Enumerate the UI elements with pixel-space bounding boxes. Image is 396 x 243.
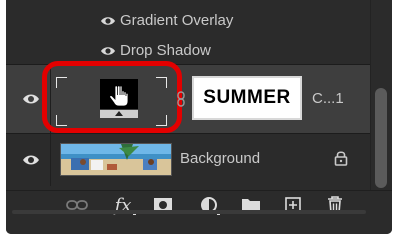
layers-panel: Gradient Overlay Drop Shadow SUMMER C...…	[6, 0, 392, 234]
effect-label: Drop Shadow	[120, 42, 211, 59]
new-group-button[interactable]	[240, 191, 262, 219]
delete-layer-button[interactable]	[324, 191, 346, 219]
background-thumbnail[interactable]	[60, 143, 172, 176]
mask-thumbnail-text: SUMMER	[203, 87, 291, 108]
eye-icon[interactable]	[100, 14, 116, 28]
add-mask-button[interactable]	[152, 191, 174, 219]
adjustment-layer-button[interactable]	[196, 191, 222, 219]
screenshot-frame: Gradient Overlay Drop Shadow SUMMER C...…	[0, 0, 396, 243]
layer-name-suffix[interactable]: C...1	[312, 90, 344, 107]
scrollbar-thumb[interactable]	[375, 88, 387, 188]
eye-icon[interactable]	[100, 44, 116, 58]
eye-icon[interactable]	[22, 153, 40, 167]
beach-photo-thumbnail	[61, 144, 171, 175]
effect-row-gradient-overlay[interactable]: Gradient Overlay	[6, 6, 370, 36]
chain-link-icon[interactable]	[176, 91, 186, 107]
add-layer-style-button[interactable]: fx	[110, 191, 136, 219]
eye-icon[interactable]	[22, 92, 40, 106]
layer-mask-thumbnail[interactable]: SUMMER	[192, 76, 302, 120]
lock-icon[interactable]	[334, 150, 348, 166]
effect-label: Gradient Overlay	[120, 12, 234, 29]
link-layers-button[interactable]	[64, 191, 90, 219]
highlight-outline	[42, 61, 182, 133]
toolbar-gutter	[12, 210, 366, 214]
new-layer-button[interactable]	[282, 191, 304, 219]
layer-name[interactable]: Background	[180, 150, 260, 167]
